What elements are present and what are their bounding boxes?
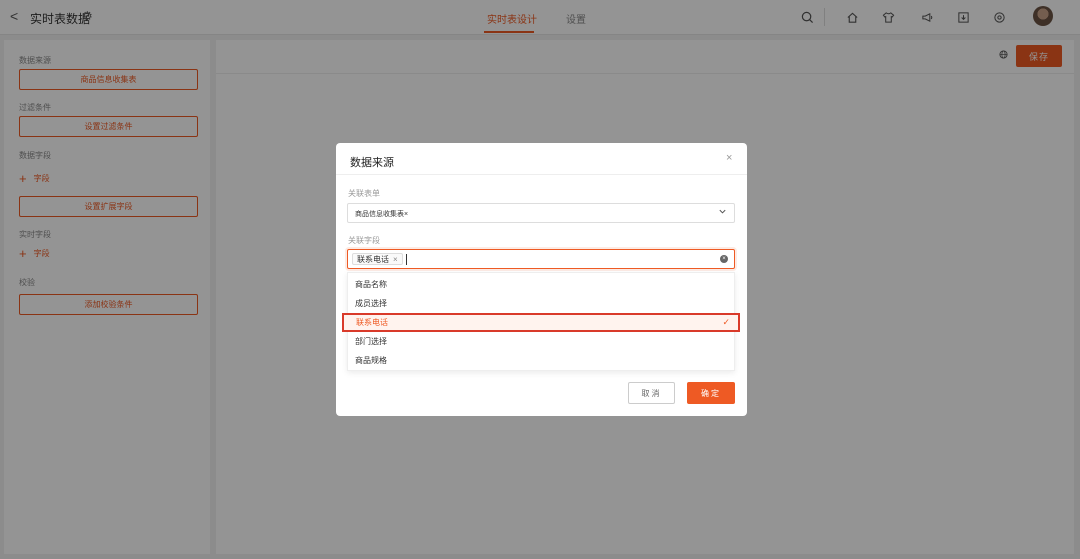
field-options-dropdown: 商品名称 成员选择 联系电话 ✓ 部门选择 商品规格 — [342, 272, 740, 371]
divider — [336, 174, 747, 175]
option-product-name[interactable]: 商品名称 — [348, 275, 734, 294]
remove-form-icon[interactable]: × — [404, 211, 408, 218]
remove-tag-icon[interactable]: × — [393, 255, 398, 264]
related-form-value: 商品信息收集表× — [355, 211, 409, 218]
close-icon[interactable]: × — [726, 152, 732, 164]
chevron-down-icon[interactable] — [718, 207, 727, 218]
clear-icon[interactable]: × — [720, 255, 728, 263]
confirm-button[interactable]: 确定 — [687, 382, 735, 404]
related-form-select[interactable]: 商品信息收集表× — [347, 203, 735, 223]
option-product-spec[interactable]: 商品规格 — [348, 351, 734, 370]
check-icon: ✓ — [722, 317, 730, 327]
related-field-input[interactable]: 联系电话 × × — [347, 249, 735, 269]
selected-field-tag: 联系电话 × — [352, 253, 403, 265]
related-form-label: 关联表单 — [348, 189, 380, 198]
data-source-dialog: 数据来源 × 关联表单 商品信息收集表× 关联字段 联系电话 × × 商品名称 … — [336, 143, 747, 416]
dialog-title: 数据来源 — [350, 157, 394, 169]
related-field-label: 关联字段 — [348, 236, 380, 245]
option-member-select[interactable]: 成员选择 — [348, 294, 734, 313]
option-department-select[interactable]: 部门选择 — [348, 332, 734, 351]
text-cursor — [406, 254, 407, 265]
cancel-button[interactable]: 取消 — [628, 382, 675, 404]
option-contact-phone[interactable]: 联系电话 ✓ — [342, 313, 740, 332]
